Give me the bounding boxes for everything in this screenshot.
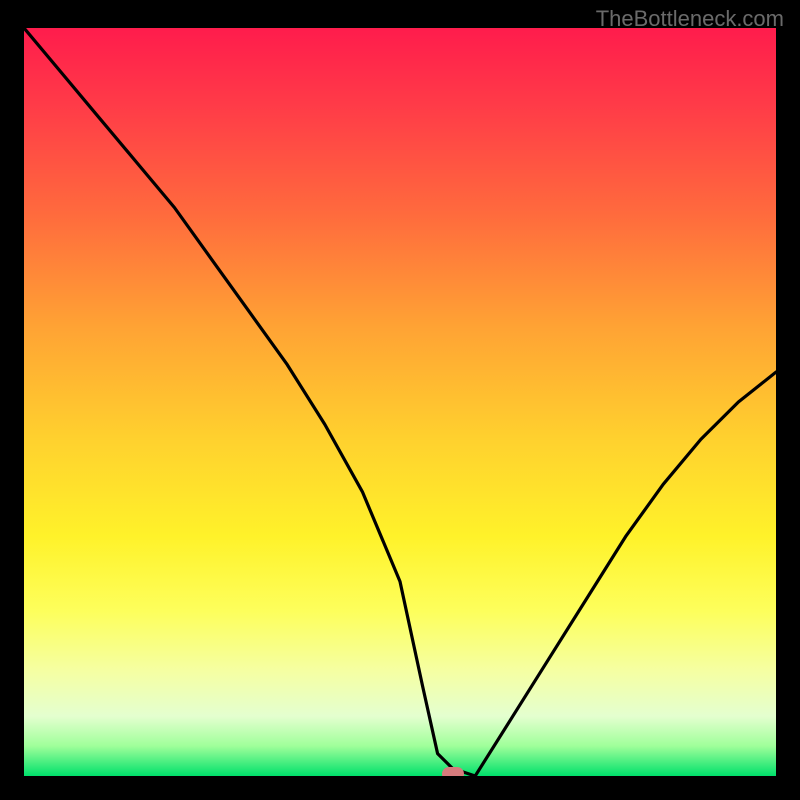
optimum-marker [442, 767, 464, 776]
bottleneck-curve-path [24, 28, 776, 776]
watermark-text: TheBottleneck.com [596, 6, 784, 32]
chart-plot-area [24, 28, 776, 776]
chart-curve-svg [24, 28, 776, 776]
